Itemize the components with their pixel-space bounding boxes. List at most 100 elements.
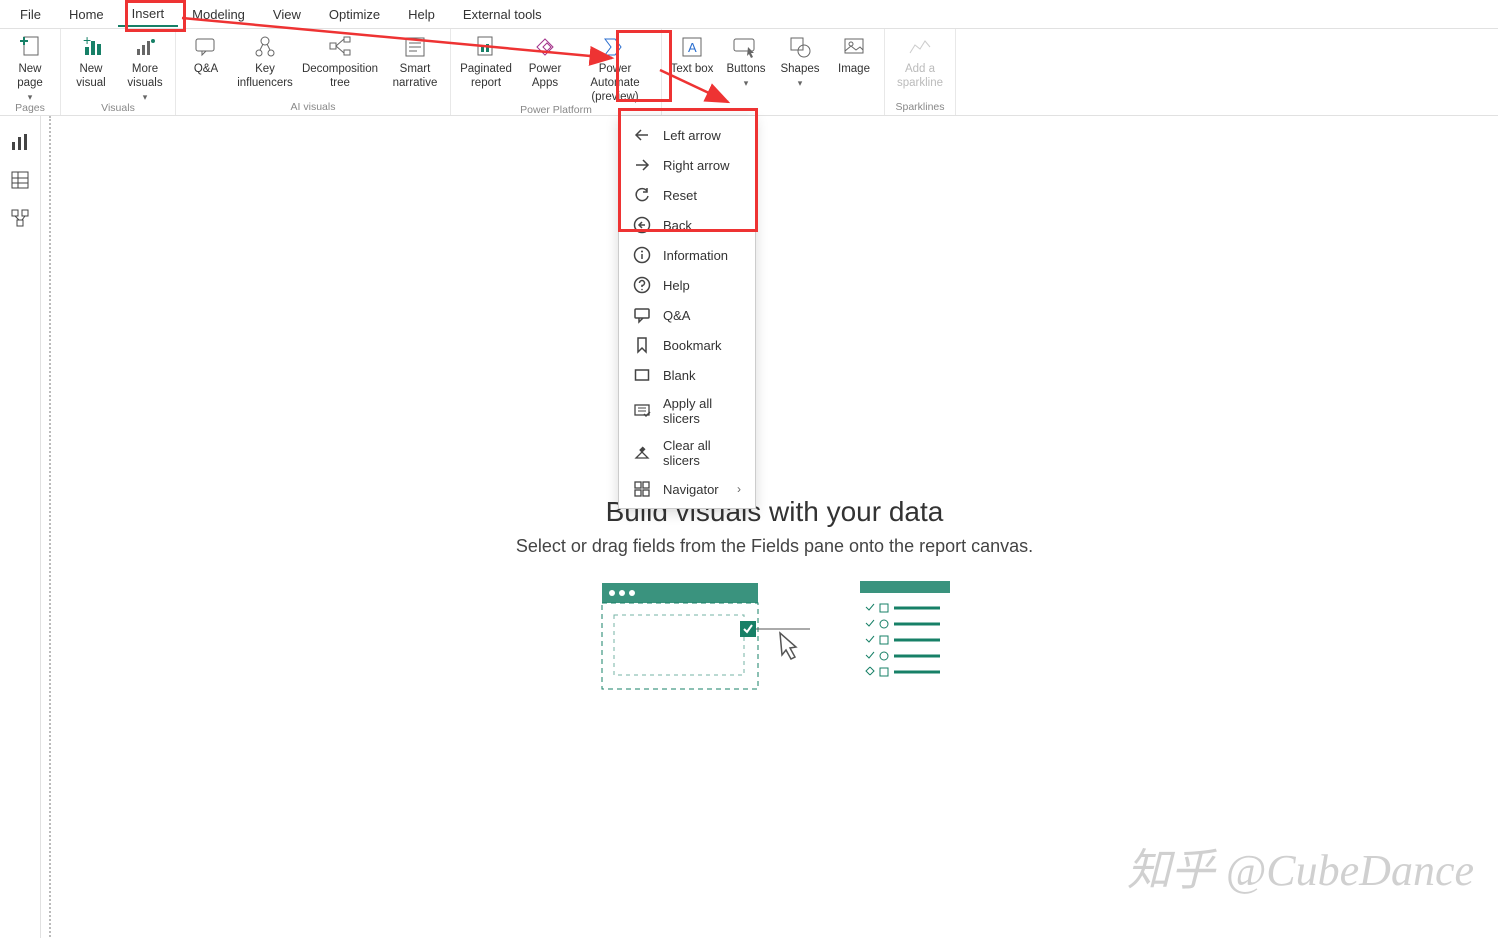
buttons-icon [732,33,760,61]
image-label: Image [838,63,870,77]
paginated-report-button[interactable]: Paginated report [457,31,515,91]
svg-text:+: + [83,35,91,48]
add-sparkline-button: Add a sparkline [891,31,949,91]
more-visuals-icon [131,33,159,61]
dropdown-left-arrow-label: Left arrow [663,128,721,143]
tab-help[interactable]: Help [394,3,449,26]
placeholder-illustration [325,581,1225,731]
dropdown-apply-all-slicers[interactable]: Apply all slicers [619,390,755,432]
new-page-icon [16,33,44,61]
more-visuals-button[interactable]: More visuals▾ [121,31,169,102]
add-sparkline-label: Add a sparkline [891,63,949,91]
tab-optimize[interactable]: Optimize [315,3,394,26]
buttons-label: Buttons [727,63,766,77]
report-canvas[interactable]: Build visuals with your data Select or d… [49,116,1498,938]
group-label-sparklines: Sparklines [895,101,944,115]
decomposition-tree-label: Decomposition tree [300,63,380,91]
image-button[interactable]: Image [830,31,878,77]
image-icon [840,33,868,61]
qna-button[interactable]: Q&A [182,31,230,77]
dropdown-qna[interactable]: Q&A [619,300,755,330]
dropdown-clear-all-label: Clear all slicers [663,438,741,468]
illustration-fields-icon [860,581,950,691]
dropdown-right-arrow-label: Right arrow [663,158,729,173]
text-box-label: Text box [671,63,714,77]
placeholder-subtitle: Select or drag fields from the Fields pa… [325,536,1225,557]
sparkline-icon [906,33,934,61]
dropdown-reset[interactable]: Reset [619,180,755,210]
navigator-icon [633,480,651,498]
tab-external-tools[interactable]: External tools [449,3,556,26]
shapes-label: Shapes [780,63,819,77]
smart-narrative-label: Smart narrative [386,63,444,91]
dropdown-right-arrow[interactable]: Right arrow [619,150,755,180]
tab-file[interactable]: File [6,3,55,26]
watermark: 知乎 @CubeDance [1127,834,1474,898]
ribbon-group-power-platform: Paginated report Power Apps Power Automa… [451,29,662,115]
power-apps-button[interactable]: Power Apps [521,31,569,91]
data-view-icon[interactable] [10,170,30,190]
reset-icon [633,186,651,204]
dropdown-apply-all-label: Apply all slicers [663,396,741,426]
ribbon-group-sparklines: Add a sparkline Sparklines [885,29,956,115]
canvas-area: Build visuals with your data Select or d… [41,116,1498,938]
dropdown-navigator[interactable]: Navigator › [619,474,755,504]
tab-home[interactable]: Home [55,3,118,26]
tab-view[interactable]: View [259,3,315,26]
dropdown-clear-all-slicers[interactable]: Clear all slicers [619,432,755,474]
power-apps-label: Power Apps [521,63,569,91]
ribbon: New page▾ Pages + New visual More visual… [0,29,1498,116]
ribbon-group-ai: Q&A Key influencers Decomposition tree S… [176,29,451,115]
dropdown-back-label: Back [663,218,692,233]
qna-label: Q&A [194,63,218,77]
new-page-label: New page [6,63,54,91]
buttons-button[interactable]: Buttons▾ [722,31,770,89]
left-arrow-icon [633,126,651,144]
tab-insert[interactable]: Insert [118,2,179,27]
blank-icon [633,366,651,384]
new-visual-button[interactable]: + New visual [67,31,115,91]
dropdown-information[interactable]: Information [619,240,755,270]
ribbon-group-pages: New page▾ Pages [0,29,61,115]
key-influencers-button[interactable]: Key influencers [236,31,294,91]
canvas-placeholder: Build visuals with your data Select or d… [325,496,1225,731]
dropdown-information-label: Information [663,248,728,263]
dropdown-navigator-label: Navigator [663,482,719,497]
report-view-icon[interactable] [10,132,30,152]
decomposition-tree-button[interactable]: Decomposition tree [300,31,380,91]
key-influencers-label: Key influencers [236,63,294,91]
new-page-button[interactable]: New page▾ [6,31,54,102]
dropdown-left-arrow[interactable]: Left arrow [619,120,755,150]
information-icon [633,246,651,264]
power-apps-icon [531,33,559,61]
text-box-button[interactable]: A Text box [668,31,716,77]
clear-slicers-icon [633,444,651,462]
power-automate-label: Power Automate (preview) [575,63,655,104]
dropdown-back[interactable]: Back [619,210,755,240]
chevron-right-icon: › [737,482,741,496]
group-label-pages: Pages [15,102,45,116]
smart-narrative-button[interactable]: Smart narrative [386,31,444,91]
shapes-button[interactable]: Shapes▾ [776,31,824,89]
key-influencers-icon [251,33,279,61]
chevron-down-icon: ▾ [798,78,803,89]
shapes-icon [786,33,814,61]
tab-modeling[interactable]: Modeling [178,3,259,26]
group-label-visuals: Visuals [101,102,135,116]
dropdown-bookmark[interactable]: Bookmark [619,330,755,360]
dropdown-blank[interactable]: Blank [619,360,755,390]
group-label-ai: AI visuals [291,101,336,115]
power-automate-button[interactable]: Power Automate (preview) [575,31,655,104]
more-visuals-label: More visuals [121,63,169,91]
dropdown-help-label: Help [663,278,690,293]
ribbon-group-visuals: + New visual More visuals▾ Visuals [61,29,176,115]
illustration-canvas-icon [600,581,760,691]
dropdown-help[interactable]: Help [619,270,755,300]
dropdown-blank-label: Blank [663,368,696,383]
dropdown-bookmark-label: Bookmark [663,338,722,353]
right-arrow-icon [633,156,651,174]
apply-slicers-icon [633,402,651,420]
paginated-report-label: Paginated report [457,63,515,91]
model-view-icon[interactable] [10,208,30,228]
group-label-elements [772,101,775,115]
